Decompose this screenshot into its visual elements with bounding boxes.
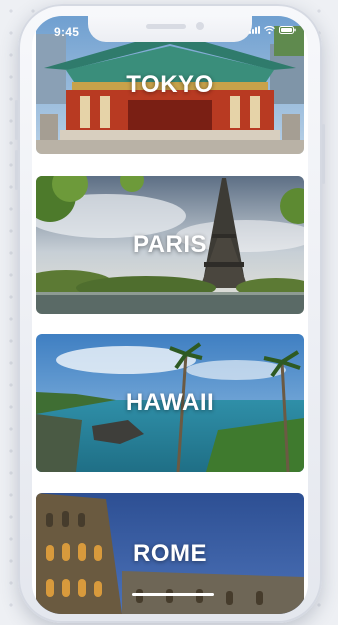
- phone-screen: 9:45 TOKYO PARIS HAWAII ROME: [32, 16, 308, 614]
- status-icons: [249, 26, 296, 34]
- phone-frame: 9:45 TOKYO PARIS HAWAII ROME: [15, 4, 325, 623]
- home-indicator: [132, 593, 214, 596]
- destination-title: HAWAII: [125, 389, 215, 416]
- destination-title: PARIS: [132, 231, 208, 258]
- destination-title: ROME: [133, 539, 207, 567]
- battery-icon: [279, 26, 296, 34]
- volume-up-button: [15, 100, 18, 140]
- destination-card-paris[interactable]: PARIS: [36, 176, 304, 314]
- signal-icon: [249, 26, 260, 34]
- destination-card-hawaii[interactable]: HAWAII: [36, 334, 304, 472]
- wifi-icon: [264, 26, 275, 34]
- volume-down-button: [15, 150, 18, 190]
- power-button: [322, 124, 325, 184]
- status-time: 9:45: [54, 25, 80, 39]
- destination-title: TOKYO: [126, 71, 214, 98]
- status-bar: 9:45: [32, 16, 308, 42]
